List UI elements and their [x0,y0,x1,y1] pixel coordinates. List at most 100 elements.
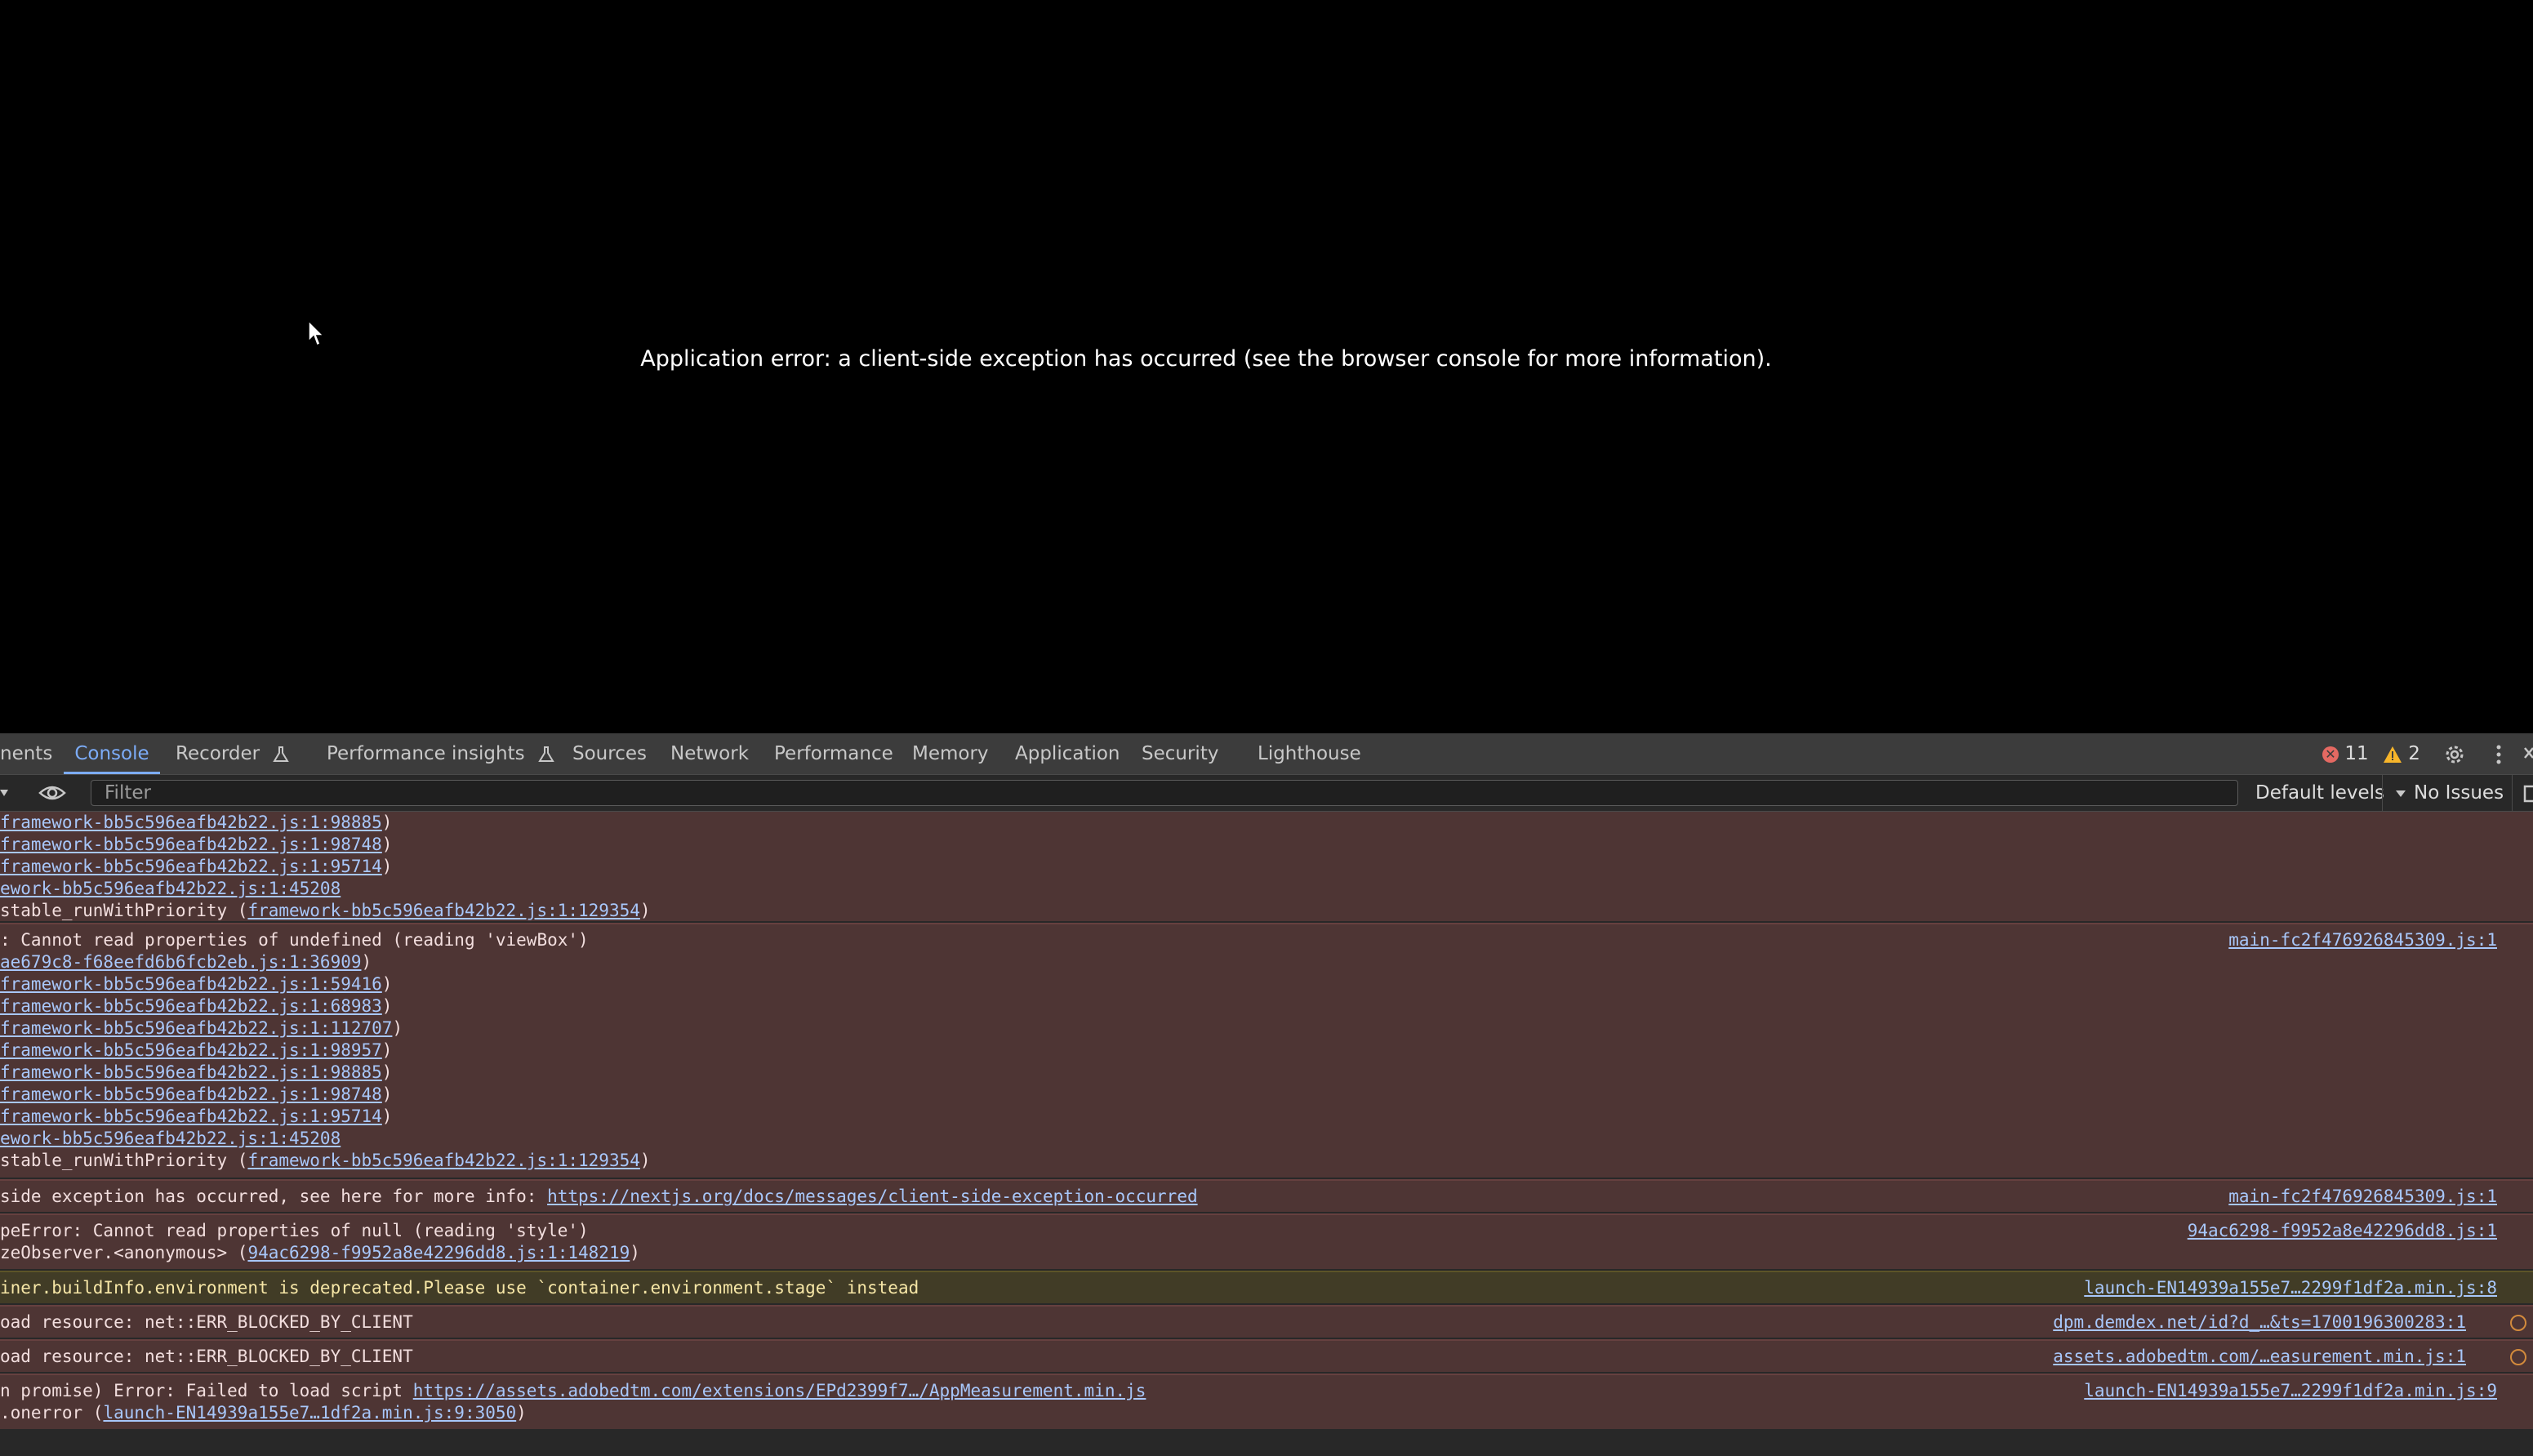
stack-frame: ework-bb5c596eafb42b22.js:1:45208 [0,878,2533,900]
stack-frame-text: .onerror ( [0,1403,104,1423]
source-link[interactable]: launch-EN14939a155e7…2299f1df2a.min.js:9 [2084,1380,2497,1402]
tab-console[interactable]: Console [64,733,160,774]
stack-frame: framework-bb5c596eafb42b22.js:1:95714) [0,1106,393,1126]
tab-performance-insights-label: Performance insights [327,743,525,764]
more-options-icon[interactable] [2494,743,2504,766]
settings-gear-icon[interactable] [2443,743,2466,766]
console-error-message: framework-bb5c596eafb42b22.js:1:98885) f… [0,812,2533,921]
tab-application[interactable]: Application [1015,733,1120,774]
docs-link[interactable]: https://nextjs.org/docs/messages/client-… [547,1187,1198,1206]
source-link[interactable]: dpm.demdex.net/id?d_…&ts=1700196300283:1 [2053,1311,2466,1334]
stack-frame: framework-bb5c596eafb42b22.js:1:98885) [0,1062,393,1082]
warning-text: iner.buildInfo.environment is deprecated… [0,1278,919,1298]
console-error-message: peError: Cannot read properties of null … [0,1213,2533,1269]
context-dropdown-icon[interactable] [0,788,10,798]
console-error-message: n promise) Error: Failed to load script … [0,1374,2533,1429]
console-error-message: : Cannot read properties of undefined (r… [0,923,2533,1178]
experiment-flask-icon [538,746,554,762]
error-icon: ✕ [2322,746,2339,763]
devtools-panel: nents Console Recorder Performance insig… [0,733,2533,1456]
issue-counts[interactable]: ✕ 11 2 [2322,733,2420,774]
stack-frame: .onerror (launch-EN14939a155e7…1df2a.min… [0,1403,527,1423]
tab-performance[interactable]: Performance [774,733,893,774]
stack-frame-link[interactable]: framework-bb5c596eafb42b22.js:1:59416 [0,974,382,994]
error-text-line: peError: Cannot read properties of null … [0,1220,2533,1242]
stack-frame-link[interactable]: framework-bb5c596eafb42b22.js:1:98885 [0,813,382,832]
stack-frame-link[interactable]: framework-bb5c596eafb42b22.js:1:129354 [247,1151,639,1170]
application-error-message: Application error: a client-side excepti… [640,346,1772,372]
stack-frame-link[interactable]: framework-bb5c596eafb42b22.js:1:98748 [0,1084,382,1104]
source-link[interactable]: main-fc2f476926845309.js:1 [2228,1186,2497,1208]
tab-recorder-label: Recorder [176,743,260,764]
close-devtools-icon[interactable] [2523,745,2533,763]
stack-frame: stable_runWithPriority (framework-bb5c59… [0,1151,651,1170]
stack-frame: framework-bb5c596eafb42b22.js:1:98748) [0,1084,393,1104]
tab-recorder[interactable]: Recorder [176,733,290,774]
error-text-line: n promise) Error: Failed to load script … [0,1380,2533,1402]
mouse-pointer-icon [308,320,325,347]
warning-text-line: iner.buildInfo.environment is deprecated… [0,1277,2533,1299]
page-viewport: Application error: a client-side excepti… [0,0,2533,733]
stack-frame: framework-bb5c596eafb42b22.js:1:98748) [0,835,393,854]
stack-frame-text: zeObserver.<anonymous> ( [0,1243,248,1262]
stack-frame: zeObserver.<anonymous> (94ac6298-f9952a8… [0,1243,640,1262]
blocked-request-icon[interactable] [2510,1315,2526,1331]
error-text: n promise) Error: Failed to load script [0,1381,413,1400]
console-messages: framework-bb5c596eafb42b22.js:1:98885) f… [0,812,2533,1456]
source-link[interactable]: assets.adobedtm.com/…easurement.min.js:1 [2053,1346,2466,1368]
tab-sources[interactable]: Sources [572,733,647,774]
error-text: peError: Cannot read properties of null … [0,1221,589,1240]
stack-frame: ae679c8-f68eefd6b6fcb2eb.js:1:36909) [0,952,372,972]
warning-icon [2383,746,2402,763]
log-levels-dropdown[interactable]: Default levels [2255,775,2406,811]
stack-frame-link[interactable]: framework-bb5c596eafb42b22.js:1:112707 [0,1018,392,1038]
tab-lighthouse[interactable]: Lighthouse [1258,733,1361,774]
error-count: 11 [2344,743,2369,764]
stack-frame-link[interactable]: ework-bb5c596eafb42b22.js:1:45208 [0,1129,341,1148]
stack-frame-link[interactable]: framework-bb5c596eafb42b22.js:1:98957 [0,1040,382,1060]
script-url-link[interactable]: https://assets.adobedtm.com/extensions/E… [413,1381,1146,1400]
stack-frame-link[interactable]: framework-bb5c596eafb42b22.js:1:98885 [0,1062,382,1082]
log-levels-label: Default levels [2255,782,2385,804]
tab-network[interactable]: Network [670,733,749,774]
warning-count: 2 [2408,743,2420,764]
stack-frame-link[interactable]: launch-EN14939a155e7…1df2a.min.js:9:3050 [103,1403,516,1423]
console-error-message: side exception has occurred, see here fo… [0,1179,2533,1212]
devtools-tab-bar: nents Console Recorder Performance insig… [0,733,2533,775]
stack-frame: framework-bb5c596eafb42b22.js:1:68983) [0,996,393,1016]
stack-frame: framework-bb5c596eafb42b22.js:1:95714) [0,857,393,876]
stack-frame-link[interactable]: framework-bb5c596eafb42b22.js:1:95714 [0,1106,382,1126]
console-error-message: oad resource: net::ERR_BLOCKED_BY_CLIENT… [0,1339,2533,1372]
error-text-line: oad resource: net::ERR_BLOCKED_BY_CLIENT… [0,1346,2533,1368]
error-text: : Cannot read properties of undefined (r… [0,930,589,950]
blocked-request-icon[interactable] [2510,1349,2526,1365]
tab-memory[interactable]: Memory [912,733,989,774]
source-link[interactable]: main-fc2f476926845309.js:1 [2228,929,2497,951]
tab-performance-insights[interactable]: Performance insights [327,733,555,774]
stack-frame-link[interactable]: framework-bb5c596eafb42b22.js:1:98748 [0,835,382,854]
stack-frame-link[interactable]: framework-bb5c596eafb42b22.js:1:129354 [247,901,639,920]
console-warning-message: iner.buildInfo.environment is deprecated… [0,1271,2533,1303]
console-sidebar-icon[interactable] [2523,785,2533,803]
error-text-line: side exception has occurred, see here fo… [0,1186,2533,1208]
stack-frame-link[interactable]: 94ac6298-f9952a8e42296dd8.js:1:148219 [247,1243,630,1262]
stack-frame-link[interactable]: ae679c8-f68eefd6b6fcb2eb.js:1:36909 [0,952,362,972]
source-link[interactable]: launch-EN14939a155e7…2299f1df2a.min.js:8 [2084,1277,2497,1299]
stack-frame-link[interactable]: framework-bb5c596eafb42b22.js:1:95714 [0,857,382,876]
tab-security[interactable]: Security [1142,733,1218,774]
error-text: oad resource: net::ERR_BLOCKED_BY_CLIENT [0,1347,413,1366]
stack-frame: framework-bb5c596eafb42b22.js:1:98885) [0,813,393,832]
tab-elements[interactable]: nents [0,733,52,774]
source-link[interactable]: 94ac6298-f9952a8e42296dd8.js:1 [2188,1220,2497,1242]
stack-frame-text: stable_runWithPriority ( [0,901,248,920]
console-error-message: oad resource: net::ERR_BLOCKED_BY_CLIENT… [0,1305,2533,1338]
console-filter-input[interactable] [91,780,2238,806]
issues-button[interactable]: No Issues [2414,775,2504,811]
stack-frame: framework-bb5c596eafb42b22.js:1:98957) [0,1040,393,1060]
live-expression-eye-icon[interactable] [38,783,66,803]
stack-frame-link[interactable]: framework-bb5c596eafb42b22.js:1:68983 [0,996,382,1016]
stack-frame-link[interactable]: ework-bb5c596eafb42b22.js:1:45208 [0,879,341,898]
toolbar-divider [2512,775,2513,811]
toolbar-divider [2382,775,2383,811]
console-toolbar: Default levels No Issues [0,775,2533,812]
